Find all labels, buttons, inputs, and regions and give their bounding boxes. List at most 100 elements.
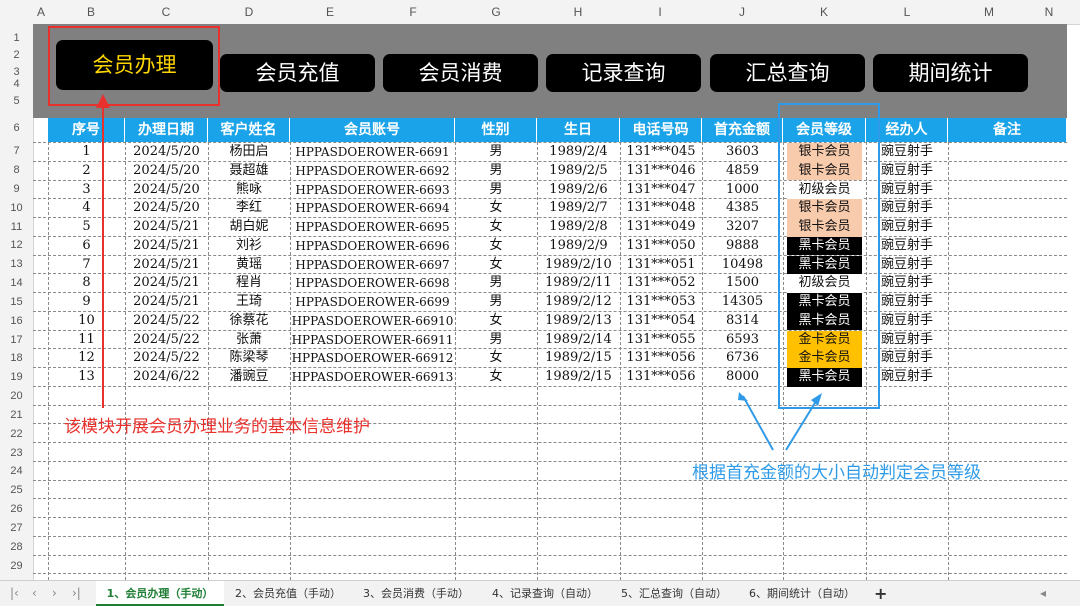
table-cell[interactable]: 杨田启	[208, 143, 290, 162]
table-cell[interactable]: 刘衫	[208, 237, 290, 256]
row-header-25[interactable]: 25	[0, 484, 33, 496]
table-cell[interactable]: 王琦	[208, 293, 290, 312]
column-header-J[interactable]: J	[727, 0, 757, 24]
column-header-C[interactable]: C	[151, 0, 181, 24]
row-header-26[interactable]: 26	[0, 503, 33, 515]
table-cell[interactable]: 徐蔡花	[208, 312, 290, 331]
table-cell[interactable]: HPPASDOEROWER-6691	[290, 143, 455, 162]
row-header-6[interactable]: 6	[0, 122, 33, 134]
table-cell[interactable]: HPPASDOEROWER-6694	[290, 199, 455, 218]
table-cell[interactable]: 8	[48, 274, 125, 293]
table-cell[interactable]	[948, 143, 1067, 162]
table-cell[interactable]: 11	[48, 331, 125, 350]
table-cell[interactable]: 4859	[702, 162, 783, 181]
next-sheet-icon[interactable]: ›	[52, 581, 57, 606]
row-header-22[interactable]: 22	[0, 428, 33, 440]
table-cell[interactable]	[948, 237, 1067, 256]
row-header-14[interactable]: 14	[0, 277, 33, 289]
table-cell[interactable]: 8000	[702, 368, 783, 387]
table-cell[interactable]	[948, 199, 1067, 218]
row-header-3[interactable]: 3	[0, 66, 33, 78]
table-cell[interactable]	[948, 312, 1067, 331]
table-cell[interactable]: 2024/5/21	[125, 237, 208, 256]
table-cell[interactable]: 13	[48, 368, 125, 387]
table-cell[interactable]: 2024/5/20	[125, 143, 208, 162]
table-cell[interactable]	[948, 181, 1067, 200]
table-cell[interactable]: 9888	[702, 237, 783, 256]
table-cell[interactable]	[948, 293, 1067, 312]
last-sheet-icon[interactable]: ›|	[72, 581, 81, 606]
table-cell[interactable]: 8314	[702, 312, 783, 331]
table-cell[interactable]: 1989/2/4	[537, 143, 620, 162]
row-header-1[interactable]: 1	[0, 32, 33, 44]
column-header-K[interactable]: K	[809, 0, 839, 24]
table-cell[interactable]: 男	[455, 162, 537, 181]
table-cell[interactable]	[948, 331, 1067, 350]
table-cell[interactable]: 1989/2/15	[537, 368, 620, 387]
table-cell[interactable]: 1500	[702, 274, 783, 293]
table-cell[interactable]: 1989/2/7	[537, 199, 620, 218]
table-cell[interactable]: HPPASDOEROWER-6698	[290, 274, 455, 293]
table-cell[interactable]: 4385	[702, 199, 783, 218]
table-cell[interactable]: 2	[48, 162, 125, 181]
prev-sheet-icon[interactable]: ‹	[32, 581, 37, 606]
table-cell[interactable]: 7	[48, 256, 125, 275]
table-cell[interactable]	[948, 256, 1067, 275]
row-header-11[interactable]: 11	[0, 221, 33, 233]
table-cell[interactable]: 1989/2/8	[537, 218, 620, 237]
table-cell[interactable]: 2024/5/22	[125, 349, 208, 368]
table-cell[interactable]: 李红	[208, 199, 290, 218]
row-header-29[interactable]: 29	[0, 560, 33, 572]
table-cell[interactable]: 2024/5/22	[125, 312, 208, 331]
column-header-I[interactable]: I	[645, 0, 675, 24]
table-cell[interactable]: 1989/2/5	[537, 162, 620, 181]
row-header-15[interactable]: 15	[0, 296, 33, 308]
column-header-F[interactable]: F	[398, 0, 428, 24]
add-sheet-button[interactable]: +	[874, 581, 887, 606]
column-header-G[interactable]: G	[481, 0, 511, 24]
table-cell[interactable]: 女	[455, 218, 537, 237]
table-cell[interactable]: HPPASDOEROWER-66913	[290, 368, 455, 387]
table-cell[interactable]: 131***056	[620, 349, 702, 368]
table-cell[interactable]: HPPASDOEROWER-6696	[290, 237, 455, 256]
table-cell[interactable]: 女	[455, 256, 537, 275]
table-cell[interactable]: HPPASDOEROWER-66910	[290, 312, 455, 331]
table-cell[interactable]: 131***054	[620, 312, 702, 331]
table-cell[interactable]: 2024/5/21	[125, 256, 208, 275]
sheet-tab-5[interactable]: 5、汇总查询（自动）	[610, 581, 738, 606]
table-cell[interactable]: 1989/2/15	[537, 349, 620, 368]
table-cell[interactable]: HPPASDOEROWER-66911	[290, 331, 455, 350]
row-header-28[interactable]: 28	[0, 541, 33, 553]
row-header-20[interactable]: 20	[0, 390, 33, 402]
table-cell[interactable]: HPPASDOEROWER-6697	[290, 256, 455, 275]
column-header-H[interactable]: H	[563, 0, 593, 24]
table-cell[interactable]: 聂超雄	[208, 162, 290, 181]
row-header-17[interactable]: 17	[0, 334, 33, 346]
table-cell[interactable]: 2024/5/21	[125, 293, 208, 312]
table-cell[interactable]	[948, 218, 1067, 237]
row-header-23[interactable]: 23	[0, 447, 33, 459]
table-cell[interactable]: 潘豌豆	[208, 368, 290, 387]
table-cell[interactable]: 女	[455, 349, 537, 368]
table-cell[interactable]: 2024/5/20	[125, 162, 208, 181]
row-header-8[interactable]: 8	[0, 164, 33, 176]
column-header-N[interactable]: N	[1034, 0, 1064, 24]
column-header-B[interactable]: B	[76, 0, 106, 24]
row-header-10[interactable]: 10	[0, 202, 33, 214]
row-header-24[interactable]: 24	[0, 465, 33, 477]
column-header-E[interactable]: E	[315, 0, 345, 24]
table-cell[interactable]: 1989/2/13	[537, 312, 620, 331]
table-cell[interactable]: 6736	[702, 349, 783, 368]
table-cell[interactable]: 2024/5/20	[125, 199, 208, 218]
table-cell[interactable]: 131***046	[620, 162, 702, 181]
sheet-tab-4[interactable]: 4、记录查询（自动）	[480, 581, 610, 606]
table-cell[interactable]: 131***052	[620, 274, 702, 293]
row-header-16[interactable]: 16	[0, 315, 33, 327]
table-cell[interactable]: HPPASDOEROWER-6699	[290, 293, 455, 312]
table-cell[interactable]	[948, 368, 1067, 387]
table-cell[interactable]: 6593	[702, 331, 783, 350]
table-cell[interactable]	[948, 162, 1067, 181]
row-header-5[interactable]: 5	[0, 95, 33, 107]
table-cell[interactable]: 1	[48, 143, 125, 162]
table-cell[interactable]: 女	[455, 368, 537, 387]
